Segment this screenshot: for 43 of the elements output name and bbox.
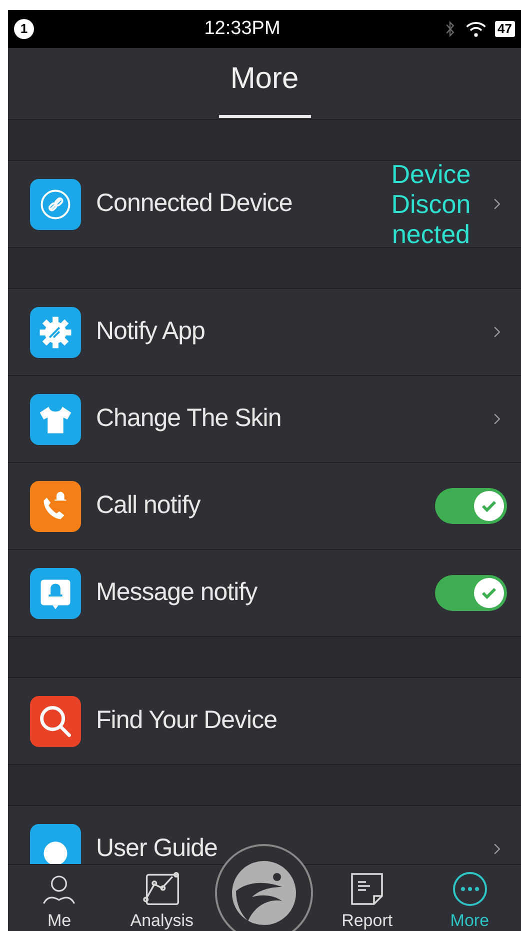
status-time: 12:33PM	[203, 16, 282, 41]
settings-row[interactable]: Message notify	[8, 550, 521, 637]
chevron-icon	[493, 412, 501, 426]
gear-icon	[30, 306, 81, 358]
row-label: Connected Device	[96, 188, 294, 220]
settings-row[interactable]: Connected Device Device Discon nected	[8, 161, 521, 248]
toggle-knob	[474, 578, 504, 608]
tab-item[interactable]: Analysis	[110, 865, 214, 931]
row-label: Message notify	[96, 577, 258, 608]
settings-row[interactable]: Call notify	[8, 463, 521, 550]
tab-item[interactable]: Report	[316, 865, 418, 931]
chevron-icon	[493, 842, 501, 856]
toggle-knob	[474, 491, 504, 521]
tab-item[interactable]: Me	[8, 865, 111, 931]
report-icon	[349, 871, 386, 907]
help-icon	[30, 824, 81, 864]
bell-icon	[30, 568, 81, 618]
connection-status: Device Discon nected	[390, 159, 472, 249]
bluetooth-icon	[444, 20, 455, 38]
row-label: User Guide	[96, 833, 218, 864]
wifi-icon	[464, 20, 487, 38]
chevron-icon	[493, 197, 501, 211]
shirt-icon	[30, 394, 81, 444]
row-label: Notify App	[96, 316, 206, 348]
notification-count: 1	[14, 19, 34, 39]
row-label: Find Your Device	[96, 705, 278, 736]
search-icon	[30, 696, 81, 746]
chart-icon	[142, 871, 181, 907]
settings-row[interactable]: Find Your Device	[8, 678, 521, 765]
tab-item[interactable]: More	[418, 865, 521, 931]
battery-indicator: 47	[494, 21, 515, 37]
settings-row[interactable]: Change The Skin	[8, 376, 521, 463]
chevron-icon	[493, 325, 501, 339]
row-label: Call notify	[96, 490, 202, 522]
page-title: More	[230, 61, 299, 97]
phone-icon	[30, 480, 81, 532]
settings-row[interactable]: Notify App	[8, 289, 521, 376]
toggle-switch[interactable]	[435, 575, 507, 611]
link-icon	[30, 178, 81, 230]
more-icon	[452, 871, 488, 907]
person-icon	[41, 873, 78, 907]
row-label: Change The Skin	[96, 403, 282, 434]
toggle-switch[interactable]	[435, 488, 507, 524]
